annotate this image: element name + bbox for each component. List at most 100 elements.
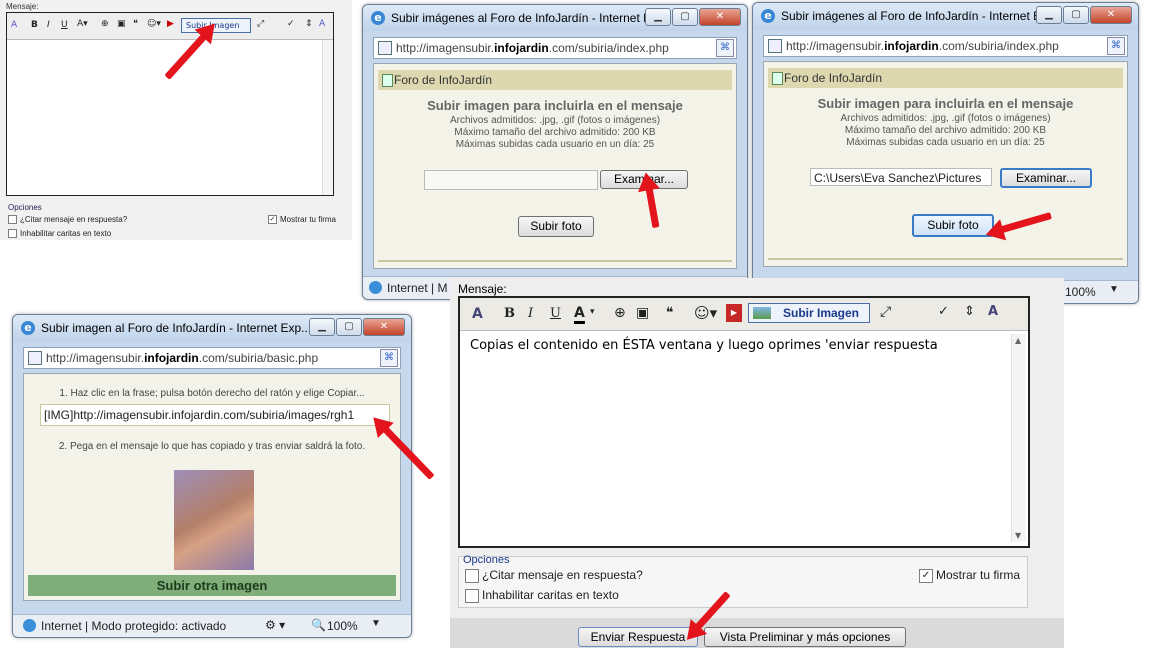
window-2-titlebar[interactable]: e Subir imágenes al Foro de InfoJardín -… (753, 3, 1138, 29)
chevron-down-icon[interactable]: ▾ (590, 307, 595, 317)
bold-icon[interactable]: B (504, 306, 515, 321)
address-bar[interactable]: http://imagensubir.infojardin.com/subiri… (763, 35, 1128, 57)
resize-icon[interactable]: ⤢ (257, 19, 264, 29)
opt-firma[interactable]: ✓ Mostrar tu firma (919, 568, 1020, 583)
img-code-field[interactable]: [IMG]http://imagensubir.infojardin.com/s… (40, 404, 390, 426)
subir-imagen-button[interactable]: Subir Imagen (748, 303, 870, 323)
status-zoom[interactable]: 100% (327, 619, 358, 633)
small-editor-scrollbar[interactable] (322, 40, 333, 195)
resize-icon[interactable]: ⤢ (880, 304, 891, 320)
image-icon[interactable]: ▣ (117, 19, 126, 29)
font-style-icon[interactable]: A (472, 306, 483, 322)
page-icon (768, 39, 782, 53)
italic-icon[interactable]: I (47, 20, 50, 30)
compat-icon[interactable]: ⌘ (1107, 37, 1125, 55)
window-1-titlebar[interactable]: e Subir imágenes al Foro de InfoJardín -… (363, 5, 747, 31)
compat-icon[interactable]: ⌘ (380, 349, 398, 367)
font-color-icon[interactable]: A▾ (77, 19, 88, 29)
youtube-icon[interactable]: ▶ (726, 304, 742, 322)
maximize-button[interactable]: ▢ (1063, 6, 1089, 24)
minimize-button[interactable]: ▁ (309, 318, 335, 336)
step-2-text: 2. Pega en el mensaje lo que has copiado… (58, 441, 366, 452)
bold-icon[interactable]: B (31, 20, 38, 30)
italic-icon[interactable]: I (528, 306, 533, 321)
minimize-button[interactable]: ▁ (1036, 6, 1062, 24)
small-opt-citar[interactable]: ¿Citar mensaje en respuesta? (8, 215, 128, 225)
security-icon[interactable]: ⚙ ▾ (265, 618, 285, 632)
upload-button[interactable]: Subir foto (912, 214, 994, 237)
small-opt-citar-label: ¿Citar mensaje en respuesta? (20, 215, 128, 224)
scroll-up-icon[interactable]: ▲ (1015, 336, 1021, 345)
opt-caritas[interactable]: Inhabilitar caritas en texto (465, 588, 619, 603)
quote-icon[interactable]: ❝ (666, 305, 674, 321)
upload-heading: Subir imagen para incluirla en el mensaj… (427, 98, 683, 113)
caritas-checkbox[interactable] (465, 588, 479, 603)
opt-caritas-label: Inhabilitar caritas en texto (482, 588, 619, 602)
text-dir-icon[interactable]: A (988, 304, 998, 319)
address-bar[interactable]: http://imagensubir.infojardin.com/subiri… (23, 347, 401, 369)
upload-button[interactable]: Subir foto (518, 216, 594, 237)
window-1-content: Foro de InfoJardín Subir imagen para inc… (373, 63, 737, 269)
status-text: Internet | Modo protegido: activado (41, 619, 227, 633)
message-textarea[interactable]: Copias el contenido en ÉSTA ventana y lu… (470, 338, 998, 353)
firma-checkbox[interactable]: ✓ (919, 568, 933, 583)
opt-firma-label: Mostrar tu firma (936, 568, 1021, 582)
font-color-icon[interactable]: A (574, 305, 585, 324)
quote-icon[interactable]: ❝ (133, 19, 138, 29)
underline-icon[interactable]: U (61, 20, 68, 30)
resize-toggle-icon[interactable]: ⇕ (305, 19, 313, 29)
address-url: http://imagensubir.infojardin.com/subiri… (396, 41, 669, 55)
close-button[interactable]: ✕ (1090, 6, 1132, 24)
preview-button[interactable]: Vista Preliminar y más opciones (704, 627, 906, 647)
link-icon[interactable]: ⊕ (614, 305, 626, 321)
opt-citar[interactable]: ¿Citar mensaje en respuesta? (465, 568, 643, 583)
subir-imagen-label: Subir Imagen (783, 306, 860, 320)
resize-toggle-icon[interactable]: ⇕ (964, 304, 975, 319)
info-line-3: Máximas subidas cada usuario en un día: … (455, 139, 655, 150)
address-url: http://imagensubir.infojardin.com/subiri… (786, 39, 1059, 53)
small-editor: Mensaje: A B I U A▾ ⊕ ▣ ❝ ☺▾ ▶ Subir Ima… (0, 0, 352, 240)
file-input[interactable] (424, 170, 598, 190)
info-line-2: Máximo tamaño del archivo admitido: 200 … (454, 127, 656, 138)
close-button[interactable]: ✕ (699, 8, 741, 26)
small-opt-caritas[interactable]: Inhabilitar caritas en texto (8, 229, 112, 239)
maximize-button[interactable]: ▢ (336, 318, 362, 336)
smiley-icon[interactable]: ☺▾ (694, 304, 717, 322)
text-dir-icon[interactable]: A (319, 19, 325, 29)
spellcheck-icon[interactable]: ✓ (938, 304, 949, 319)
small-opt-firma-label: Mostrar tu firma (280, 215, 337, 224)
small-opt-firma[interactable]: ✓ Mostrar tu firma (268, 215, 337, 225)
status-text: Internet | M (387, 281, 448, 295)
smiley-icon[interactable]: ☺▾ (147, 19, 161, 29)
chevron-down-icon[interactable]: ▼ (371, 618, 381, 629)
image-icon[interactable]: ▣ (636, 305, 649, 321)
window-2-title: Subir imágenes al Foro de InfoJardín - I… (781, 9, 1052, 23)
status-zoom[interactable]: 100% (1065, 285, 1096, 299)
youtube-icon[interactable]: ▶ (167, 19, 174, 29)
address-bar[interactable]: http://imagensubir.infojardin.com/subiri… (373, 37, 737, 59)
file-input[interactable]: C:\Users\Eva Sanchez\Pictures (810, 168, 992, 186)
close-button[interactable]: ✕ (363, 318, 405, 336)
font-style-icon[interactable]: A (11, 20, 17, 30)
maximize-button[interactable]: ▢ (672, 8, 698, 26)
citar-checkbox[interactable] (465, 568, 479, 583)
browse-button[interactable]: Examinar... (1000, 168, 1092, 188)
window-2-content: Foro de InfoJardín Subir imagen para inc… (763, 61, 1128, 267)
info-line-3: Máximas subidas cada usuario en un día: … (846, 137, 1045, 148)
page-icon (378, 41, 392, 55)
options-box: Opciones ¿Citar mensaje en respuesta? ✓ M… (458, 554, 1028, 608)
zoom-icon[interactable]: 🔍 (311, 618, 326, 632)
scroll-down-icon[interactable]: ▼ (1015, 531, 1021, 540)
spellcheck-icon[interactable]: ✓ (287, 19, 295, 29)
link-icon[interactable]: ⊕ (101, 19, 109, 29)
compat-icon[interactable]: ⌘ (716, 39, 734, 57)
underline-icon[interactable]: U (550, 306, 561, 321)
panel-header: Foro de InfoJardín (378, 70, 732, 90)
editor-scrollbar[interactable]: ▲ ▼ (1011, 334, 1026, 542)
chevron-down-icon[interactable]: ▼ (1109, 284, 1119, 295)
main-editor-label: Mensaje: (458, 282, 507, 296)
small-opt-caritas-label: Inhabilitar caritas en texto (20, 229, 112, 238)
minimize-button[interactable]: ▁ (645, 8, 671, 26)
window-3-titlebar[interactable]: e Subir imagen al Foro de InfoJardín - I… (13, 315, 411, 341)
subir-otra-button[interactable]: Subir otra imagen (28, 575, 396, 596)
